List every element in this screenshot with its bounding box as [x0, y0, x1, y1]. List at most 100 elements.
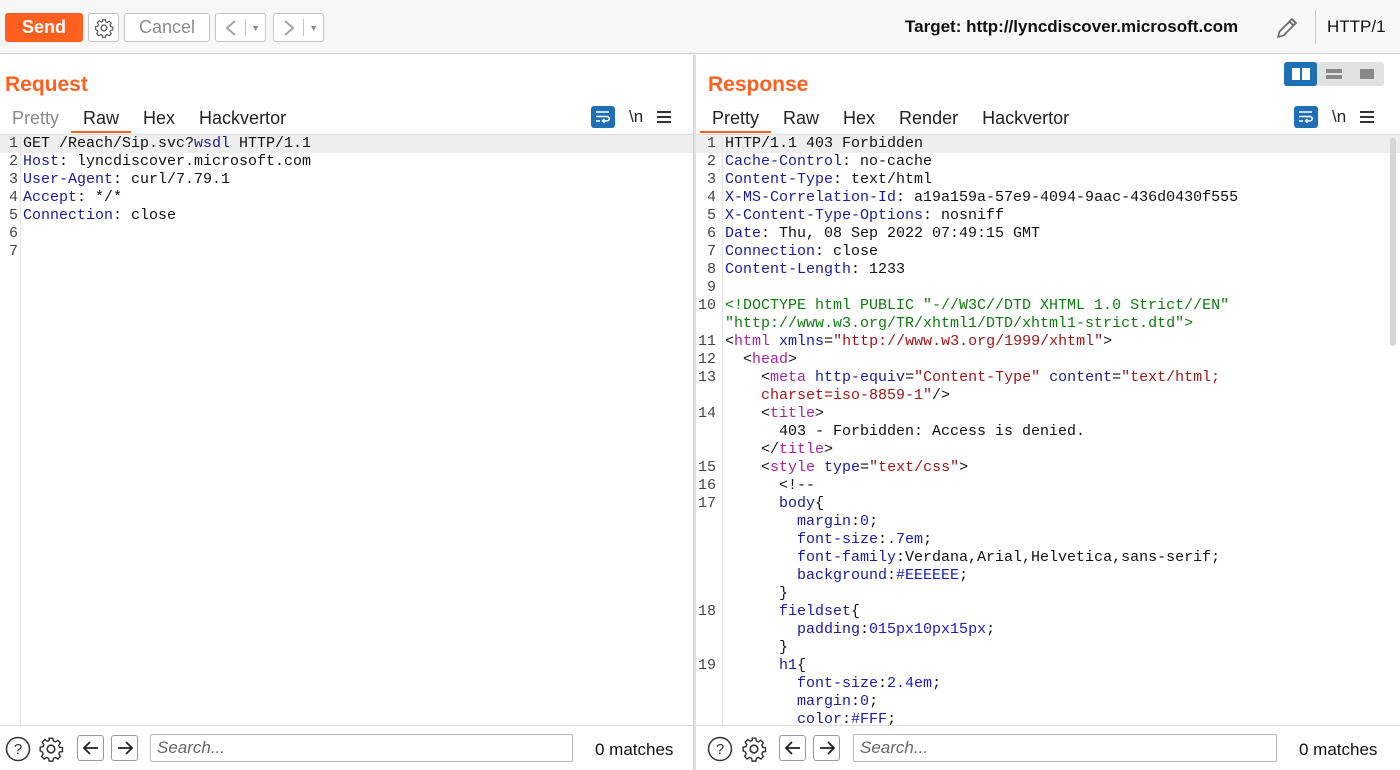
- line-number: 7: [8, 243, 18, 260]
- gutter-divider: [722, 135, 723, 726]
- cancel-button[interactable]: Cancel: [124, 13, 210, 42]
- code-token: <: [725, 459, 771, 476]
- code-token: ;: [959, 567, 969, 584]
- tab-pretty[interactable]: Pretty: [700, 105, 772, 133]
- code-token: <: [725, 351, 753, 368]
- tab-pretty[interactable]: Pretty: [0, 105, 71, 133]
- code-token: padding: [725, 621, 861, 638]
- search-settings-button[interactable]: [741, 736, 767, 762]
- code-line: color:#FFF;: [696, 711, 1400, 726]
- code-token: 015px10px15px: [869, 621, 987, 638]
- help-icon[interactable]: ?: [5, 736, 31, 762]
- tab-raw[interactable]: Raw: [771, 105, 831, 133]
- line-content: body{: [718, 495, 824, 513]
- code-token: : close: [113, 207, 177, 224]
- code-line: 3 User-Agent: curl/7.79.1: [0, 171, 693, 189]
- wrap-lines-button[interactable]: [591, 106, 615, 128]
- code-token: </: [725, 441, 780, 458]
- pencil-icon: [1277, 18, 1297, 38]
- tab-render[interactable]: Render: [887, 105, 970, 133]
- request-editor-tools: \n: [591, 105, 672, 129]
- code-token: #FFF: [851, 711, 888, 726]
- tab-hackvertor[interactable]: Hackvertor: [187, 105, 298, 133]
- line-content: font-family:Verdana,Arial,Helvetica,sans…: [718, 549, 1220, 567]
- search-input[interactable]: [150, 734, 573, 762]
- svg-text:?: ?: [14, 741, 22, 758]
- code-token: "text/html;: [1121, 369, 1221, 386]
- svg-text:?: ?: [716, 741, 724, 758]
- line-content: padding:015px10px15px;: [718, 621, 995, 639]
- line-number: 18: [697, 603, 716, 620]
- search-input[interactable]: [853, 734, 1277, 762]
- layout-stacked-button[interactable]: [1317, 62, 1350, 86]
- code-token: style: [770, 459, 816, 476]
- code-line: 14 <title>: [696, 405, 1400, 423]
- tab-hackvertor[interactable]: Hackvertor: [970, 105, 1081, 133]
- code-token: : Thu, 08 Sep 2022 07:49:15 GMT: [761, 225, 1041, 242]
- line-content: <html xmlns="http://www.w3.org/1999/xhtm…: [718, 333, 1112, 351]
- line-content: fieldset{: [718, 603, 860, 621]
- line-content: User-Agent: curl/7.79.1: [20, 171, 230, 189]
- edit-target-button[interactable]: [1272, 13, 1302, 43]
- search-settings-button[interactable]: [38, 736, 64, 762]
- line-number: [696, 441, 718, 459]
- code-line: }: [696, 585, 1400, 603]
- line-number: 3: [706, 171, 716, 188]
- search-next-button[interactable]: [813, 735, 840, 761]
- response-editor[interactable]: 1 HTTP/1.1 403 Forbidden 2 Cache-Control: n…: [696, 134, 1400, 726]
- tab-hex[interactable]: Hex: [131, 105, 187, 133]
- code-line: padding:015px10px15px;: [696, 621, 1400, 639]
- line-content: HTTP/1.1 403 Forbidden: [718, 135, 924, 153]
- code-line: 6: [0, 225, 693, 243]
- code-token: Content-Length: [725, 261, 852, 278]
- request-editor[interactable]: 1 GET /Reach/Sip.svc?wsdl HTTP/1.1 2 Host: …: [0, 134, 693, 726]
- line-content: <!--: [718, 477, 815, 495]
- code-token: <!--: [725, 477, 816, 494]
- line-content: Cache-Control: no-cache: [718, 153, 932, 171]
- layout-side-by-side-button[interactable]: [1284, 62, 1318, 86]
- code-line: charset=iso-8859-1"/>: [696, 387, 1400, 405]
- code-line: 2 Cache-Control: no-cache: [696, 153, 1400, 171]
- line-content: Accept: */*: [20, 189, 122, 207]
- wrap-lines-button[interactable]: [1294, 106, 1318, 128]
- code-line: margin:0;: [696, 693, 1400, 711]
- code-line: 2 Host: lyncdiscover.microsoft.com: [0, 153, 693, 171]
- help-icon[interactable]: ?: [707, 736, 733, 762]
- hamburger-menu-icon[interactable]: [657, 111, 672, 123]
- columns-icon: [1291, 68, 1310, 80]
- line-content: }: [718, 585, 788, 603]
- code-token: ;: [869, 513, 879, 530]
- hamburger-menu-icon[interactable]: [1360, 111, 1375, 123]
- settings-button[interactable]: [88, 13, 119, 42]
- line-number: 5: [8, 207, 18, 224]
- forward-history-button[interactable]: ▼: [273, 13, 324, 42]
- code-token: content: [1049, 369, 1113, 386]
- dropdown-triangle-icon[interactable]: ▼: [304, 23, 323, 33]
- search-previous-button[interactable]: [779, 735, 806, 761]
- dropdown-triangle-icon[interactable]: ▼: [246, 23, 265, 33]
- code-line: </title>: [696, 441, 1400, 459]
- code-line: 7 Connection: close: [696, 243, 1400, 261]
- code-line: 12 <head>: [696, 351, 1400, 369]
- line-number: [696, 711, 718, 726]
- protocol-toggle[interactable]: HTTP/1: [1327, 17, 1386, 37]
- back-history-button[interactable]: ▼: [215, 13, 266, 42]
- line-content: Date: Thu, 08 Sep 2022 07:49:15 GMT: [718, 225, 1040, 243]
- code-line: 4 X-MS-Correlation-Id: a19a159a-57e9-4094…: [696, 189, 1400, 207]
- vertical-scrollbar[interactable]: [1390, 138, 1396, 346]
- code-token: Content-Type: [725, 171, 834, 188]
- line-number: 13: [697, 369, 716, 386]
- send-button[interactable]: Send: [5, 13, 83, 42]
- show-newlines-button[interactable]: \n: [1332, 107, 1346, 127]
- search-next-button[interactable]: [111, 735, 138, 761]
- code-token: http-equiv: [815, 369, 906, 386]
- show-newlines-button[interactable]: \n: [629, 107, 643, 127]
- tab-raw[interactable]: Raw: [71, 105, 132, 133]
- arrow-right-icon: [117, 741, 133, 755]
- tab-hex[interactable]: Hex: [831, 105, 887, 133]
- code-token: "Content-Type": [914, 369, 1041, 386]
- layout-tabs-button[interactable]: [1351, 62, 1384, 86]
- search-previous-button[interactable]: [77, 735, 104, 761]
